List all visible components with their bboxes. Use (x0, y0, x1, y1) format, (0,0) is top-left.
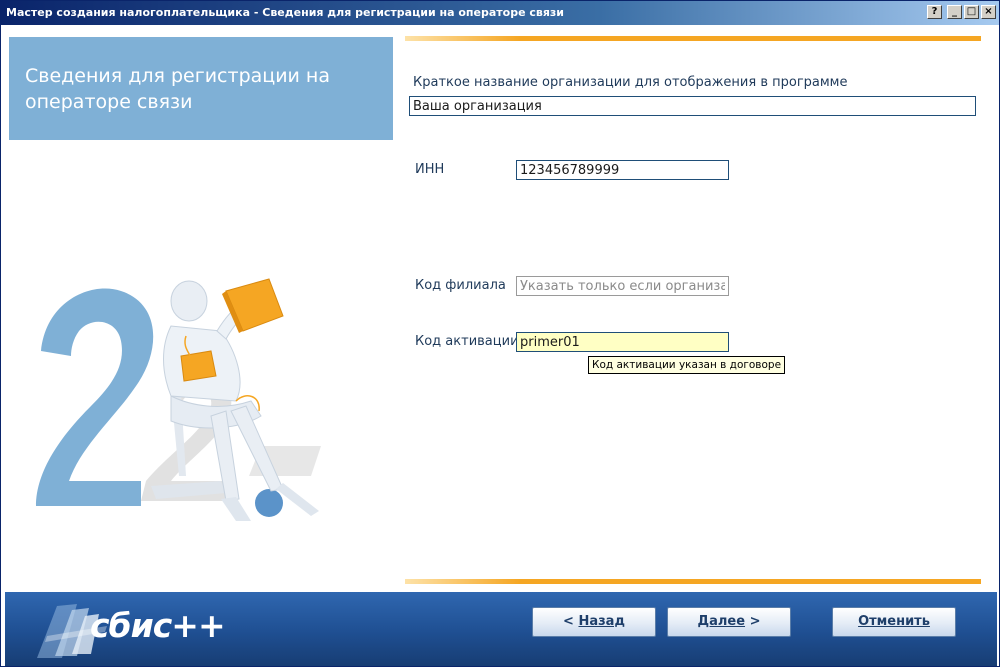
top-accent-stripe (405, 36, 981, 41)
wizard-window: Мастер создания налогоплательщика - Свед… (0, 0, 1000, 667)
back-button[interactable]: < Назад (532, 607, 656, 637)
activation-code-label: Код активации (415, 334, 519, 349)
window-title: Мастер создания налогоплательщика - Свед… (6, 6, 565, 19)
activation-code-tooltip: Код активации указан в договоре (588, 356, 786, 374)
next-button[interactable]: Далее > (667, 607, 791, 637)
logo-text: сбис++ (90, 606, 226, 645)
wizard-illustration (36, 278, 321, 521)
step-banner: Сведения для регистрации на операторе св… (9, 37, 393, 140)
title-bar[interactable]: Мастер создания налогоплательщика - Свед… (1, 1, 999, 25)
window-controls: ? _ □ × (927, 5, 996, 19)
activation-code-input[interactable] (516, 332, 729, 352)
branch-code-input[interactable] (516, 276, 729, 296)
inn-input[interactable] (516, 160, 729, 180)
next-arrow-icon: > (749, 614, 761, 629)
branch-code-label: Код филиала (415, 278, 506, 293)
cancel-button[interactable]: Отменить (832, 607, 956, 637)
minimize-button[interactable]: _ (947, 5, 962, 19)
cancel-button-label: Отменить (858, 614, 930, 629)
bottom-accent-stripe (405, 579, 981, 584)
back-arrow-icon: < (563, 614, 574, 629)
org-name-label: Краткое название организации для отображ… (413, 75, 848, 90)
maximize-button[interactable]: □ (964, 5, 979, 19)
inn-label: ИНН (415, 162, 445, 177)
org-name-input[interactable] (409, 96, 976, 116)
close-button[interactable]: × (981, 5, 996, 19)
help-button[interactable]: ? (927, 5, 942, 19)
next-button-label: Далее (697, 614, 746, 629)
wizard-footer: сбис++ < Назад Далее > Отменить (5, 592, 997, 666)
step-heading: Сведения для регистрации на операторе св… (25, 65, 331, 113)
back-button-label: Назад (578, 614, 625, 629)
